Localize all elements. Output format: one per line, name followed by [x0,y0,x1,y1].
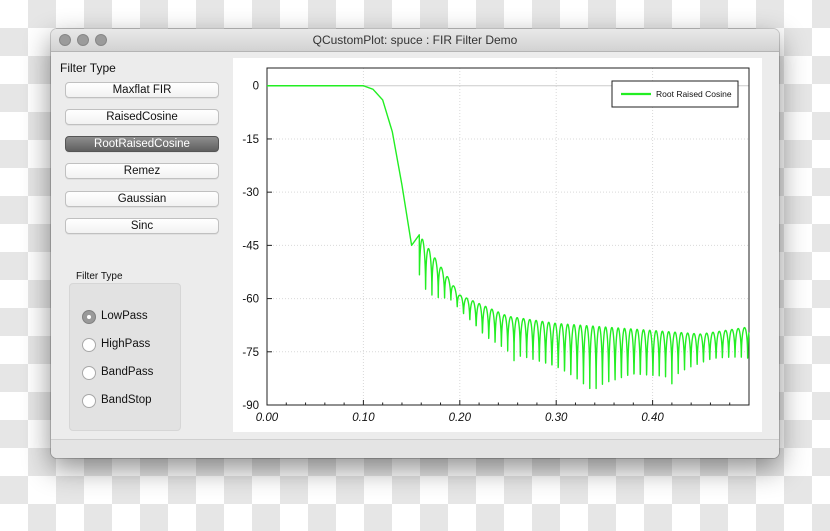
x-tick-label: 0.00 [256,412,279,424]
remez-button[interactable]: Remez [65,163,219,179]
y-tick-label: -30 [242,187,259,199]
x-tick-label: 0.40 [641,412,664,424]
legend-label: Root Raised Cosine [656,89,732,99]
raised-cosine-button[interactable]: RaisedCosine [65,109,219,125]
radio-unchecked-icon[interactable] [82,366,96,380]
y-tick-label: 0 [253,81,259,93]
radio-checked-icon[interactable] [82,310,96,324]
radio-label-highpass: HighPass [101,338,151,350]
chart-svg[interactable]: 0.00 0.10 0.20 0.30 0.40 0 -15 -30 -45 -60 -75 -90 R… [233,58,762,432]
y-tick-label: -75 [242,347,259,359]
y-tick-label: -45 [242,240,259,252]
radio-unchecked-icon[interactable] [82,394,96,408]
y-tick-label: -90 [242,400,259,412]
filter-type-title: Filter Type [60,61,116,75]
plot-frame [266,67,750,406]
radio-label-bandpass: BandPass [101,366,154,378]
filter-response-plot[interactable]: 0.00 0.10 0.20 0.30 0.40 0 -15 -30 -45 -60 -75 -90 R… [233,58,762,432]
x-tick-label: 0.30 [545,412,568,424]
band-type-title: Filter Type [76,271,123,282]
sinc-button[interactable]: Sinc [65,218,219,234]
x-tick-label: 0.20 [449,412,472,424]
root-raised-cosine-button[interactable]: RootRaisedCosine [65,136,219,152]
radio-unchecked-icon[interactable] [82,338,96,352]
maxflat-fir-button[interactable]: Maxflat FIR [65,82,219,98]
y-tick-label: -15 [242,134,259,146]
title-bar: QCustomPlot: spuce : FIR Filter Demo [51,29,779,52]
window-title: QCustomPlot: spuce : FIR Filter Demo [312,33,518,47]
x-tick-label: 0.10 [352,412,375,424]
band-type-group: LowPass HighPass BandPass BandStop [69,283,181,431]
series-line-root-raised-cosine[interactable] [266,85,750,390]
radio-label-lowpass: LowPass [101,310,148,322]
status-bar [51,439,779,458]
app-window: QCustomPlot: spuce : FIR Filter Demo Fil… [51,29,779,458]
radio-label-bandstop: BandStop [101,394,152,406]
y-tick-label: -60 [242,294,259,306]
gaussian-button[interactable]: Gaussian [65,191,219,207]
